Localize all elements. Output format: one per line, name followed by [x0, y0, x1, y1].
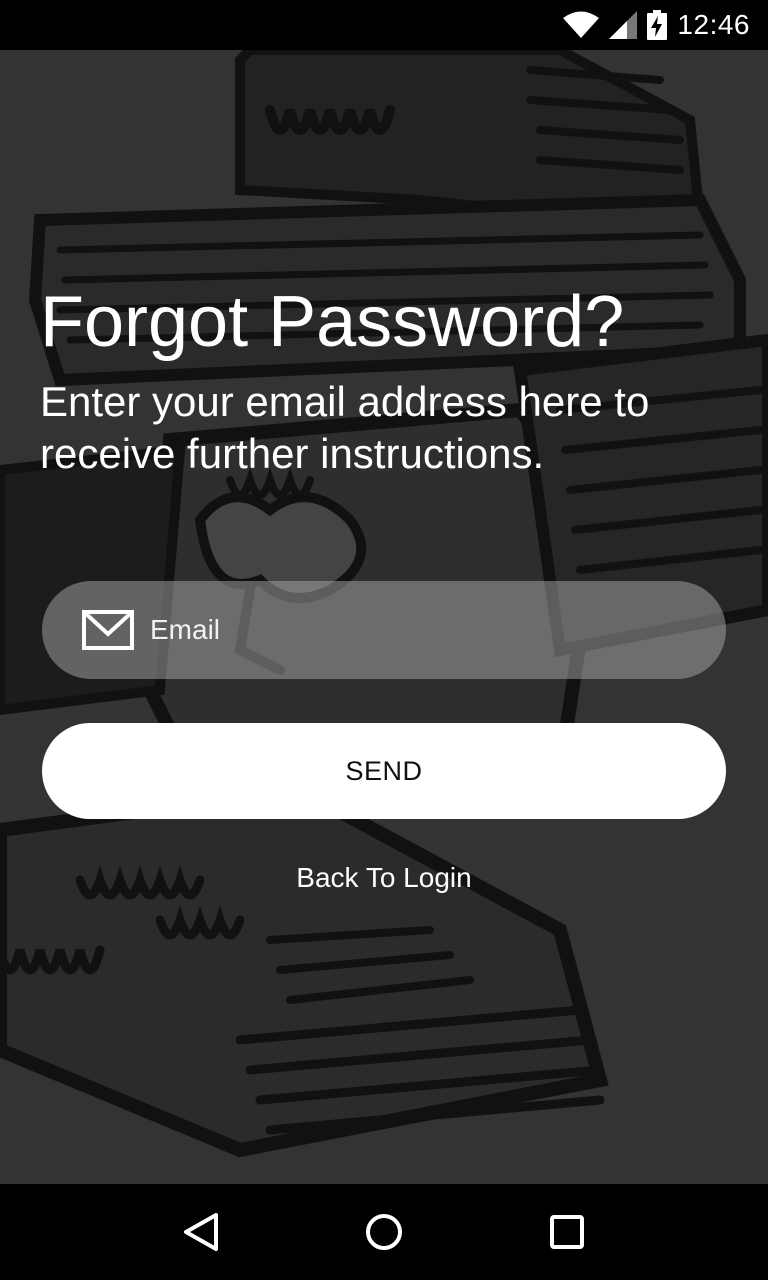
navigation-bar — [0, 1184, 768, 1280]
nav-home-button[interactable] — [344, 1192, 424, 1272]
wifi-icon — [563, 11, 600, 38]
back-triangle-icon — [184, 1213, 219, 1251]
mail-icon — [82, 610, 134, 650]
send-button[interactable]: SEND — [42, 723, 726, 819]
nav-back-button[interactable] — [161, 1192, 241, 1272]
page-title: Forgot Password? — [40, 282, 625, 362]
nav-recents-button[interactable] — [527, 1192, 607, 1272]
back-to-login-link[interactable]: Back To Login — [0, 862, 768, 894]
email-input[interactable] — [150, 614, 650, 646]
email-field[interactable] — [42, 581, 726, 679]
status-bar: 12:46 — [0, 0, 768, 50]
page-subtitle: Enter your email address here to receive… — [40, 378, 650, 477]
status-time: 12:46 — [677, 9, 750, 40]
cell-signal-icon — [609, 11, 638, 39]
battery-charging-icon — [647, 10, 668, 40]
home-circle-icon — [365, 1214, 402, 1250]
recents-square-icon — [549, 1215, 584, 1249]
forgot-password-screen: Forgot Password? Enter your email addres… — [0, 50, 768, 1184]
